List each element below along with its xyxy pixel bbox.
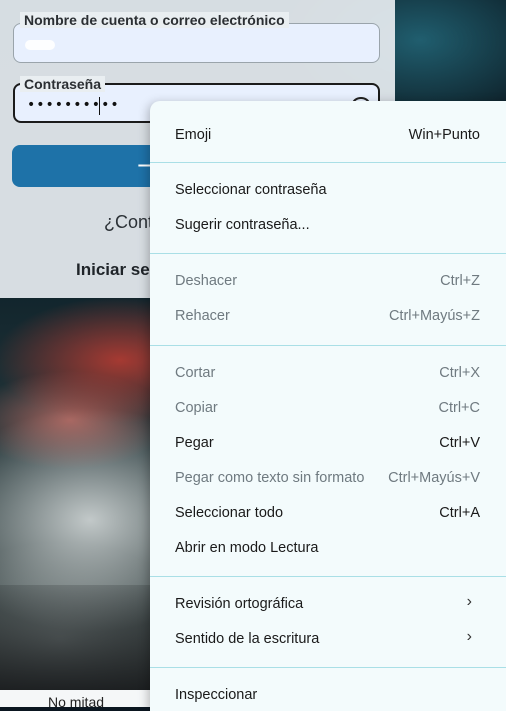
menu-item-spellcheck[interactable]: Revisión ortográfica › <box>150 590 506 620</box>
footer-text: No mitad <box>48 694 105 710</box>
menu-item-cut[interactable]: Cortar Ctrl+X <box>150 359 506 389</box>
signin-option-link[interactable]: Iniciar se <box>76 260 150 280</box>
menu-separator <box>150 667 506 668</box>
menu-item-undo[interactable]: Deshacer Ctrl+Z <box>150 267 506 297</box>
menu-item-writing-direction[interactable]: Sentido de la escritura › <box>150 625 506 655</box>
menu-item-select-password[interactable]: Seleccionar contraseña <box>150 176 506 206</box>
menu-item-select-all[interactable]: Seleccionar todo Ctrl+A <box>150 499 506 529</box>
menu-separator <box>150 345 506 346</box>
password-value: •••••••••• <box>27 97 120 113</box>
menu-item-reading-mode[interactable]: Abrir en modo Lectura <box>150 534 506 564</box>
text-caret <box>99 97 100 115</box>
chevron-right-icon: › <box>466 593 472 610</box>
username-value-redacted <box>25 40 55 50</box>
username-label: Nombre de cuenta o correo electrónico <box>20 12 289 28</box>
chevron-right-icon: › <box>466 628 472 645</box>
background-keyboard-shadow <box>0 585 160 695</box>
menu-item-copy[interactable]: Copiar Ctrl+C <box>150 394 506 424</box>
context-menu: Emoji Win+Punto Seleccionar contraseña S… <box>150 101 506 711</box>
menu-item-emoji[interactable]: Emoji Win+Punto <box>150 121 506 151</box>
username-field[interactable] <box>13 23 380 63</box>
help-link[interactable]: ¿Cont <box>104 212 153 233</box>
password-label: Contraseña <box>20 76 106 92</box>
menu-separator <box>150 576 506 577</box>
menu-item-suggest-password[interactable]: Sugerir contraseña... <box>150 211 506 241</box>
menu-separator <box>150 253 506 254</box>
menu-separator <box>150 162 506 163</box>
menu-item-redo[interactable]: Rehacer Ctrl+Mayús+Z <box>150 302 506 332</box>
menu-item-paste-plain[interactable]: Pegar como texto sin formato Ctrl+Mayús+… <box>150 464 506 494</box>
menu-item-paste[interactable]: Pegar Ctrl+V <box>150 429 506 459</box>
